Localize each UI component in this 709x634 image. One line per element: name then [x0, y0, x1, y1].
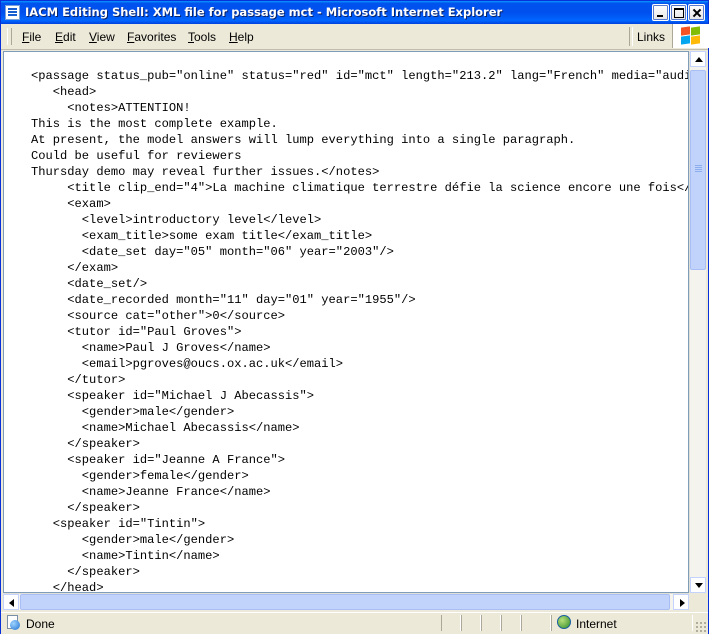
code-line: <gender>male</gender> — [31, 533, 235, 547]
ie-page-icon[interactable] — [5, 5, 20, 20]
code-line: Thursday demo may reveal further issues.… — [31, 165, 380, 179]
code-line: <level>introductory level</level> — [31, 213, 322, 227]
code-line: Could be useful for reviewers — [31, 149, 242, 163]
vertical-scrollbar[interactable] — [689, 51, 706, 593]
code-line: <exam_title>some exam title</exam_title> — [31, 229, 373, 243]
resize-grip[interactable] — [695, 621, 706, 632]
code-line: </speaker> — [31, 437, 140, 451]
scroll-right-button[interactable] — [673, 594, 689, 610]
code-line: <name>Jeanne France</name> — [31, 485, 271, 499]
menu-view[interactable]: View — [89, 30, 115, 44]
internet-globe-icon — [557, 615, 571, 629]
code-line: </head> — [31, 581, 104, 593]
code-line: <title clip_end="4">La machine climatiqu… — [31, 181, 689, 195]
status-bar: Done Internet — [1, 612, 708, 634]
code-line: </speaker> — [31, 565, 140, 579]
title-bar[interactable]: IACM Editing Shell: XML file for passage… — [1, 1, 708, 24]
page-globe-icon — [5, 615, 21, 631]
status-pane — [441, 615, 461, 631]
menu-favorites[interactable]: Favorites — [127, 30, 176, 44]
code-line: <notes>ATTENTION! — [31, 101, 191, 115]
menu-edit[interactable]: Edit — [55, 30, 76, 44]
status-pane — [521, 615, 551, 631]
code-line: <exam> — [31, 197, 111, 211]
status-pane — [481, 615, 501, 631]
code-line: </exam> — [31, 261, 119, 275]
menu-help[interactable]: Help — [229, 30, 254, 44]
minimize-button[interactable] — [652, 4, 669, 21]
menu-tools[interactable]: Tools — [188, 30, 216, 44]
vertical-scroll-thumb[interactable] — [690, 70, 706, 270]
code-line: <source cat="other">0</source> — [31, 309, 286, 323]
code-line: <speaker id="Jeanne A France"> — [31, 453, 286, 467]
menu-file[interactable]: File — [22, 30, 41, 44]
document-view[interactable]: <passage status_pub="online" status="red… — [3, 51, 689, 593]
code-line: <head> — [31, 85, 97, 99]
code-line: <tutor id="Paul Groves"> — [31, 325, 242, 339]
status-pane — [501, 615, 521, 631]
horizontal-scroll-thumb[interactable] — [20, 594, 670, 610]
status-text: Done — [26, 617, 55, 631]
window-title: IACM Editing Shell: XML file for passage… — [25, 5, 503, 19]
code-line: </speaker> — [31, 501, 140, 515]
horizontal-scrollbar[interactable] — [3, 593, 689, 610]
code-line: <speaker id="Michael J Abecassis"> — [31, 389, 315, 403]
toolbar-grip[interactable] — [7, 28, 12, 45]
code-line: </tutor> — [31, 373, 126, 387]
close-button[interactable] — [688, 4, 705, 21]
maximize-button[interactable] — [670, 4, 687, 21]
code-line: <gender>female</gender> — [31, 469, 249, 483]
status-pane — [461, 615, 481, 631]
code-line: <email>pgroves@oucs.ox.ac.uk</email> — [31, 357, 344, 371]
code-line: <date_set/> — [31, 277, 148, 291]
code-line: <date_set day="05" month="06" year="2003… — [31, 245, 394, 259]
code-line: <passage status_pub="online" status="red… — [31, 69, 689, 83]
links-separator — [629, 27, 633, 46]
zone-pane — [551, 615, 693, 631]
menu-bar: File Edit View Favorites Tools Help Link… — [1, 24, 709, 50]
browser-window: IACM Editing Shell: XML file for passage… — [0, 0, 709, 634]
scroll-up-button[interactable] — [690, 51, 706, 67]
windows-flag-icon — [672, 24, 709, 48]
scrollbar-corner — [689, 593, 706, 610]
code-line: At present, the model answers will lump … — [31, 133, 576, 147]
code-line: <name>Tintin</name> — [31, 549, 220, 563]
scroll-left-button[interactable] — [3, 594, 19, 610]
code-line: This is the most complete example. — [31, 117, 278, 131]
code-line: <date_recorded month="11" day="01" year=… — [31, 293, 416, 307]
security-zone: Internet — [576, 617, 617, 631]
scroll-down-button[interactable] — [690, 577, 706, 593]
code-line: <name>Michael Abecassis</name> — [31, 421, 300, 435]
code-line: <gender>male</gender> — [31, 405, 235, 419]
xml-source: <passage status_pub="online" status="red… — [4, 68, 689, 593]
code-line: <name>Paul J Groves</name> — [31, 341, 271, 355]
links-toolbar[interactable]: Links — [637, 30, 665, 44]
code-line: <speaker id="Tintin"> — [31, 517, 206, 531]
